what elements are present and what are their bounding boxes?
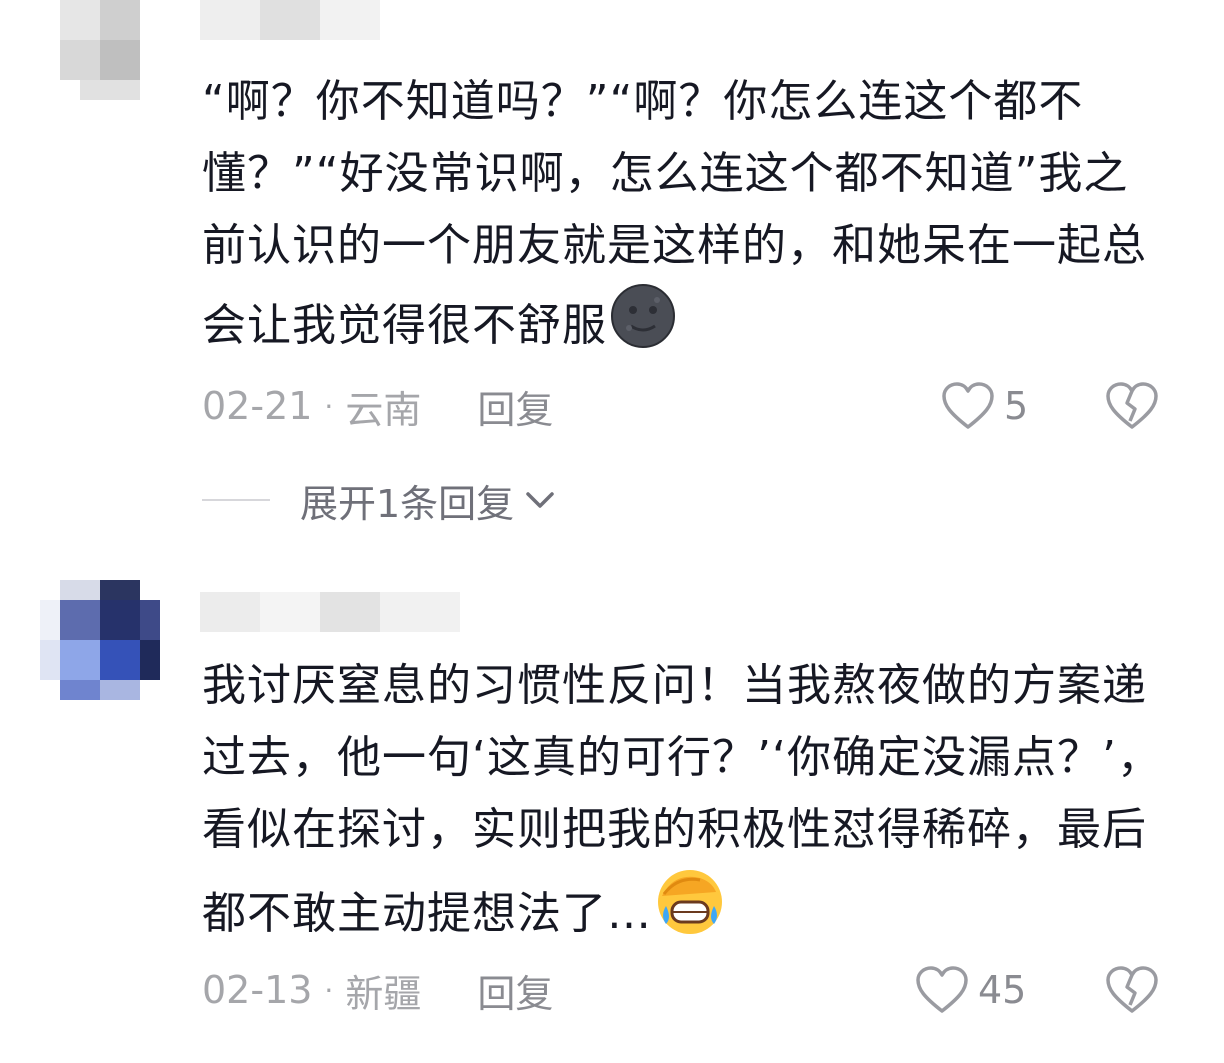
like-count: 45 xyxy=(978,968,1027,1012)
comment-location: 云南 xyxy=(345,387,422,432)
new-moon-face-emoji xyxy=(609,282,677,372)
avatar[interactable] xyxy=(40,0,160,100)
dislike-button[interactable] xyxy=(1104,965,1160,1019)
broken-heart-icon xyxy=(1106,966,1158,1013)
expand-replies-button[interactable]: 展开1条回复 xyxy=(202,470,556,530)
comment-meta: 02-21 · 云南 回复 xyxy=(202,376,553,436)
dislike-button[interactable] xyxy=(1104,381,1160,435)
heart-outline-icon xyxy=(942,382,994,429)
comment-date: 02-21 xyxy=(202,384,313,428)
comment-text: “啊？你不知道吗？”“啊？你怎么连这个都不懂？”“好没常识啊，怎么连这个都不知道… xyxy=(202,66,1162,372)
comment-text: 我讨厌窒息的习惯性反问！当我熬夜做的方案递过去，他一句‘这真的可行？’‘你确定没… xyxy=(202,650,1162,960)
like-button[interactable]: 5 xyxy=(940,376,1028,436)
reply-button[interactable]: 回复 xyxy=(477,379,553,434)
expand-replies-label: 展开1条回复 xyxy=(300,481,515,526)
divider-line xyxy=(202,499,270,501)
comment-meta: 02-13 · 新疆 回复 xyxy=(202,960,553,1020)
username-blurred[interactable] xyxy=(200,0,380,40)
like-count: 5 xyxy=(1004,384,1029,428)
comment-location: 新疆 xyxy=(345,971,422,1016)
reply-button[interactable]: 回复 xyxy=(477,963,553,1018)
like-button[interactable]: 45 xyxy=(914,960,1026,1020)
broken-heart-icon xyxy=(1106,382,1158,429)
grimacing-facepalm-emoji xyxy=(654,866,726,960)
comment-date: 02-13 xyxy=(202,968,313,1012)
avatar[interactable] xyxy=(40,580,160,700)
heart-outline-icon xyxy=(916,966,968,1013)
separator: · xyxy=(324,389,334,423)
chevron-down-icon xyxy=(526,492,554,508)
username-blurred[interactable] xyxy=(200,592,460,632)
separator: · xyxy=(324,973,334,1007)
